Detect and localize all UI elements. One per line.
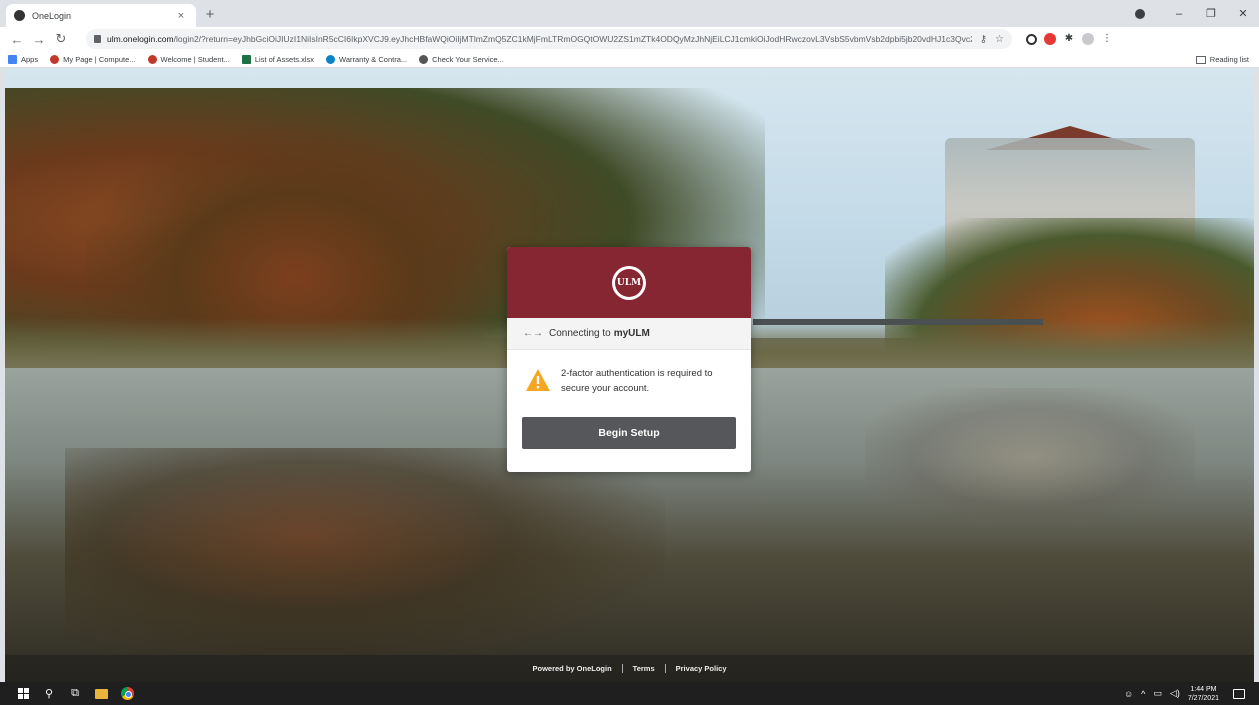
notifications-icon[interactable] bbox=[1233, 688, 1245, 699]
terms-link[interactable]: Terms bbox=[633, 664, 655, 673]
ulm-favicon-icon bbox=[147, 54, 157, 64]
folder-icon bbox=[94, 688, 108, 699]
bookmark-my-page[interactable]: My Page | Compute... bbox=[50, 54, 136, 64]
footer-separator bbox=[664, 664, 666, 673]
ulm-logo: ULM bbox=[612, 265, 646, 300]
reading-list-button[interactable]: Reading list bbox=[1195, 51, 1249, 68]
card-header: ULM bbox=[507, 247, 751, 318]
forward-icon[interactable]: → bbox=[28, 32, 50, 47]
begin-setup-button[interactable]: Begin Setup bbox=[522, 417, 736, 449]
reading-list-label: Reading list bbox=[1209, 55, 1249, 64]
close-window-icon[interactable]: ✕ bbox=[1227, 7, 1259, 20]
login-card: ULM ←→ Connecting to myULM 2-factor auth… bbox=[507, 247, 751, 472]
mfa-message: 2-factor authentication is required to s… bbox=[507, 350, 751, 416]
tray-chevron-up-icon[interactable]: ^ bbox=[1141, 689, 1145, 699]
network-icon[interactable]: ▭ bbox=[1153, 688, 1162, 699]
chrome-taskbar-button[interactable] bbox=[114, 682, 140, 705]
back-icon[interactable]: ← bbox=[6, 32, 28, 47]
clock-time: 1:44 PM bbox=[1190, 685, 1217, 693]
background-reflection-left bbox=[65, 448, 665, 668]
bookmark-label: Warranty & Contra... bbox=[339, 54, 408, 64]
taskbar-clock[interactable]: 1:44 PM 7/27/2021 bbox=[1188, 685, 1219, 703]
extension-icons: ✱ ⋮ bbox=[1026, 27, 1113, 51]
bookmark-label: List of Assets.xlsx bbox=[254, 54, 315, 64]
tab-close-icon[interactable]: × bbox=[174, 10, 188, 22]
url-host: ulm.onelogin.com bbox=[107, 34, 174, 44]
browser-tabstrip: OneLogin × + – ❐ ✕ bbox=[0, 0, 1259, 27]
bookmark-label: Apps bbox=[21, 54, 39, 64]
connecting-prefix: Connecting to bbox=[549, 328, 611, 339]
bookmark-check-service[interactable]: Check Your Service... bbox=[419, 54, 504, 64]
connecting-app-name: myULM bbox=[613, 328, 650, 339]
search-icon[interactable]: ⚲ bbox=[36, 682, 62, 705]
lock-icon[interactable] bbox=[94, 35, 101, 43]
bookmark-apps[interactable]: Apps bbox=[8, 54, 39, 64]
bookmark-welcome-student[interactable]: Welcome | Student... bbox=[147, 54, 230, 64]
excel-icon bbox=[241, 54, 251, 64]
tab-title: OneLogin bbox=[32, 10, 72, 21]
system-tray: ☺ ^ ▭ ◁) 1:44 PM 7/27/2021 bbox=[1124, 682, 1245, 705]
restore-icon[interactable]: ❐ bbox=[1195, 7, 1227, 20]
window-controls: – ❐ ✕ bbox=[1135, 0, 1259, 27]
bookmarks-bar: Apps My Page | Compute... Welcome | Stud… bbox=[0, 51, 1259, 68]
file-explorer-button[interactable] bbox=[88, 682, 114, 705]
connecting-row: ←→ Connecting to myULM bbox=[507, 318, 751, 350]
warning-icon bbox=[526, 369, 550, 391]
browser-tab[interactable]: OneLogin × bbox=[6, 4, 196, 27]
browser-menu-icon[interactable]: ⋮ bbox=[1101, 33, 1113, 45]
taskbar-left: ⚲ ⧉ bbox=[0, 682, 140, 705]
chrome-icon bbox=[120, 687, 134, 700]
people-icon[interactable]: ☺ bbox=[1124, 689, 1133, 699]
adblock-icon[interactable] bbox=[1044, 33, 1056, 45]
mfa-message-text: 2-factor authentication is required to s… bbox=[561, 368, 713, 394]
onelogin-favicon-icon bbox=[14, 10, 25, 21]
apple-icon bbox=[419, 54, 429, 64]
key-icon[interactable]: ⚷ bbox=[980, 34, 987, 45]
bookmark-warranty[interactable]: Warranty & Contra... bbox=[326, 54, 408, 64]
apps-grid-icon bbox=[8, 54, 17, 64]
bookmark-star-icon[interactable]: ☆ bbox=[995, 34, 1004, 45]
bookmark-label: Check Your Service... bbox=[432, 54, 504, 64]
reading-list-icon bbox=[1195, 55, 1206, 64]
clock-date: 7/27/2021 bbox=[1187, 694, 1219, 702]
privacy-policy-link[interactable]: Privacy Policy bbox=[676, 664, 727, 673]
browser-profile-icon[interactable] bbox=[1135, 8, 1145, 19]
background-reflection-right bbox=[865, 388, 1195, 528]
ulm-logo-text: ULM bbox=[615, 268, 643, 297]
ulm-favicon-icon bbox=[50, 54, 60, 64]
bookmark-list-of-assets[interactable]: List of Assets.xlsx bbox=[241, 54, 315, 64]
minimize-icon[interactable]: – bbox=[1163, 8, 1195, 20]
bookmark-label: My Page | Compute... bbox=[63, 54, 136, 64]
address-bar[interactable]: ulm.onelogin.com/login2/?return=eyJhbGci… bbox=[86, 29, 1012, 49]
windows-taskbar: ⚲ ⧉ ☺ ^ ▭ ◁) 1:44 PM 7/27/2021 bbox=[0, 682, 1259, 705]
url-path: /login2/?return=eyJhbGciOiJIUzI1NiIsInR5… bbox=[173, 34, 972, 44]
bookmark-label: Welcome | Student... bbox=[160, 54, 230, 64]
profile-avatar-icon[interactable] bbox=[1082, 33, 1094, 45]
extensions-puzzle-icon[interactable]: ✱ bbox=[1063, 33, 1075, 45]
powered-by-text: Powered by OneLogin bbox=[532, 664, 612, 673]
reload-icon[interactable]: ↻ bbox=[50, 31, 72, 47]
footer-separator bbox=[621, 664, 623, 673]
background-bridge bbox=[753, 319, 1043, 325]
extension-ring-icon[interactable] bbox=[1026, 33, 1037, 45]
url-text: ulm.onelogin.com/login2/?return=eyJhbGci… bbox=[107, 34, 972, 44]
warranty-favicon-icon bbox=[326, 54, 336, 64]
connect-arrows-icon: ←→ bbox=[523, 328, 543, 339]
start-button[interactable] bbox=[10, 682, 36, 705]
windows-logo-icon bbox=[17, 688, 29, 699]
page-footer: Powered by OneLogin Terms Privacy Policy bbox=[5, 655, 1254, 682]
volume-icon[interactable]: ◁) bbox=[1170, 688, 1180, 699]
task-view-icon[interactable]: ⧉ bbox=[62, 682, 88, 705]
new-tab-button[interactable]: + bbox=[201, 6, 219, 24]
